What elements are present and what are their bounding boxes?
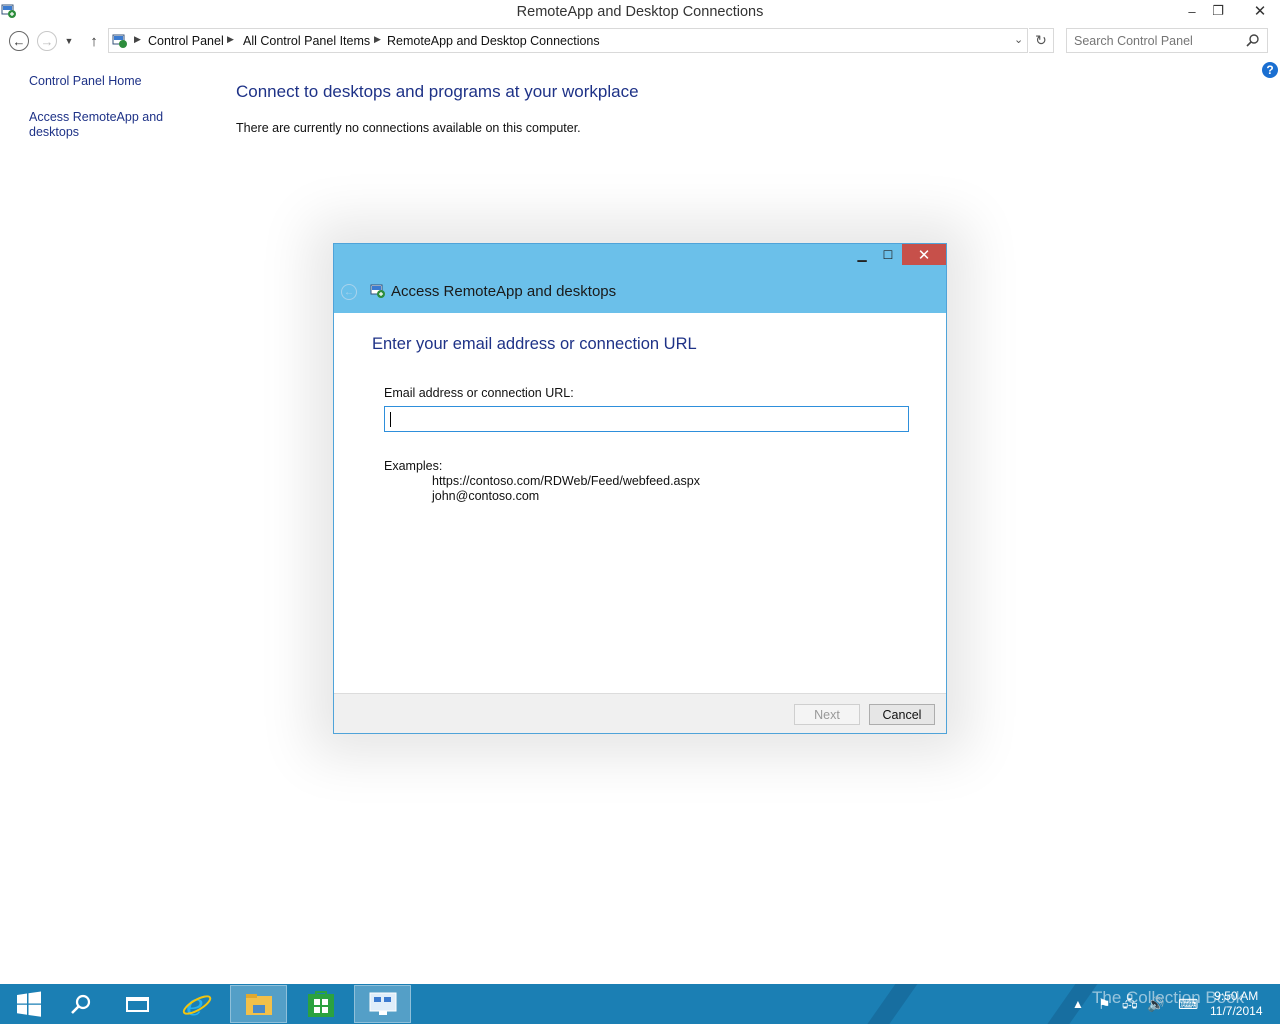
search-button[interactable]	[52, 985, 109, 1023]
email-field-label: Email address or connection URL:	[384, 386, 574, 400]
close-icon: ✕	[917, 246, 931, 264]
window-titlebar: RemoteApp and Desktop Connections – ❐ ✕	[0, 0, 1280, 24]
search-icon	[70, 994, 90, 1014]
search-box[interactable]	[1066, 28, 1268, 53]
clock-date: 11/7/2014	[1210, 1004, 1263, 1018]
action-center-flag-icon[interactable]: ⚑	[1098, 984, 1111, 1024]
start-icon	[16, 991, 41, 1017]
breadcrumb-all-items[interactable]: All Control Panel Items	[243, 34, 370, 48]
maximize-icon: ☐	[882, 247, 894, 262]
left-nav-pane: Control Panel Home Access RemoteApp and …	[29, 74, 189, 140]
window-title: RemoteApp and Desktop Connections	[516, 4, 764, 20]
address-dropdown-icon[interactable]: ⌄	[1014, 33, 1023, 46]
email-url-field[interactable]	[384, 406, 909, 432]
page-title: Connect to desktops and programs at your…	[236, 82, 639, 101]
control-panel-home-link[interactable]: Control Panel Home	[29, 74, 189, 89]
taskbar-file-explorer[interactable]	[230, 985, 287, 1023]
tray-overflow-icon[interactable]: ▲	[1072, 984, 1084, 1024]
restore-button[interactable]: ❐	[1205, 0, 1231, 22]
navigation-bar: ← → ▼ ↑ ▶ Control Panel ▶ All Control Pa…	[0, 28, 1280, 54]
store-icon	[307, 991, 334, 1017]
dialog-back-button[interactable]: ←	[341, 284, 357, 300]
breadcrumb-separator-icon: ▶	[134, 34, 141, 44]
search-icon[interactable]	[1246, 33, 1260, 47]
taskbar-decoration	[860, 984, 922, 1024]
internet-explorer-icon: e	[182, 988, 211, 1020]
up-arrow-icon: ↑	[90, 32, 98, 50]
network-icon[interactable]: 🖧	[1122, 984, 1138, 1024]
access-remoteapp-dialog: ▁ ☐ ✕ ← Access RemoteApp and desktops En…	[333, 243, 947, 734]
dialog-footer: Next Cancel	[334, 693, 946, 733]
cancel-button[interactable]: Cancel	[869, 704, 935, 725]
email-url-input[interactable]	[385, 407, 908, 431]
start-button[interactable]	[0, 985, 57, 1023]
task-view-button[interactable]	[108, 985, 165, 1023]
dialog-maximize-button[interactable]: ☐	[875, 244, 901, 265]
text-caret	[390, 412, 391, 427]
back-arrow-icon: ←	[344, 286, 354, 298]
breadcrumb-separator-icon: ▶	[374, 34, 381, 44]
examples-label: Examples:	[384, 459, 443, 473]
task-view-icon	[125, 997, 149, 1012]
breadcrumb-separator-icon: ▶	[227, 34, 234, 44]
status-text: There are currently no connections avail…	[236, 121, 581, 135]
access-remoteapp-link[interactable]: Access RemoteApp and desktops	[29, 110, 164, 140]
search-input[interactable]	[1074, 30, 1244, 52]
next-button[interactable]: Next	[794, 704, 860, 725]
volume-icon[interactable]: 🔊	[1147, 984, 1164, 1024]
clock-time: 9:50 AM	[1214, 989, 1259, 1003]
close-button[interactable]: ✕	[1241, 0, 1279, 22]
example-url: https://contoso.com/RDWeb/Feed/webfeed.a…	[432, 474, 700, 488]
forward-button[interactable]: →	[37, 31, 57, 51]
control-panel-icon	[112, 34, 127, 48]
dialog-heading: Enter your email address or connection U…	[372, 335, 697, 353]
refresh-icon: ↻	[1035, 32, 1047, 48]
up-button[interactable]: ↑	[84, 31, 104, 51]
taskbar-remoteapp[interactable]	[354, 985, 411, 1023]
help-icon[interactable]: ?	[1262, 62, 1278, 78]
minimize-button[interactable]: –	[1179, 0, 1205, 22]
breadcrumb-control-panel[interactable]: Control Panel	[148, 34, 224, 48]
address-bar[interactable]: ▶ Control Panel ▶ All Control Panel Item…	[108, 28, 1028, 53]
recent-locations-button[interactable]: ▼	[62, 31, 76, 51]
dialog-close-button[interactable]: ✕	[902, 244, 946, 265]
example-email: john@contoso.com	[432, 489, 540, 503]
dialog-title: Access RemoteApp and desktops	[391, 283, 617, 300]
forward-arrow-icon: →	[40, 33, 54, 49]
remoteapp-icon	[370, 284, 385, 298]
taskbar-clock[interactable]: 9:50 AM 11/7/2014	[1210, 989, 1263, 1019]
dialog-header: ▁ ☐ ✕ ← Access RemoteApp and desktops	[334, 244, 946, 313]
dialog-minimize-button[interactable]: ▁	[849, 244, 875, 265]
chevron-down-icon: ▼	[64, 36, 74, 46]
file-explorer-icon	[245, 994, 272, 1015]
remoteapp-icon	[369, 992, 396, 1015]
refresh-button[interactable]: ↻	[1029, 28, 1054, 53]
taskbar-internet-explorer[interactable]: e	[168, 985, 225, 1023]
minimize-icon: ▁	[857, 247, 867, 262]
keyboard-icon[interactable]: ⌨	[1178, 984, 1198, 1024]
taskbar-store[interactable]	[292, 985, 349, 1023]
back-arrow-icon: ←	[12, 33, 26, 49]
breadcrumb-remoteapp[interactable]: RemoteApp and Desktop Connections	[387, 34, 600, 48]
taskbar: e The Collection Book ▲ ⚑ 🖧 🔊 ⌨ 9:50 AM …	[0, 984, 1280, 1024]
back-button[interactable]: ←	[9, 31, 29, 51]
